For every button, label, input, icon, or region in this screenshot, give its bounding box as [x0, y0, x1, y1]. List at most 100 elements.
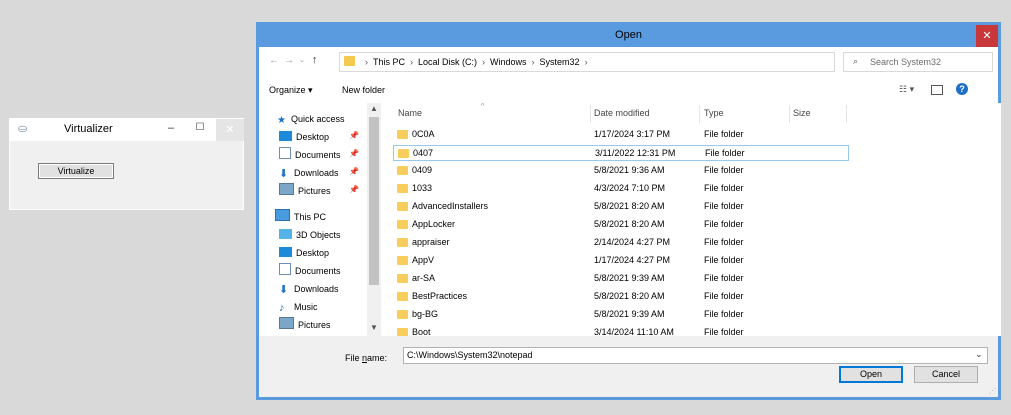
- folder-icon: [397, 238, 408, 247]
- view-options-icon[interactable]: ☷ ▾: [899, 84, 914, 95]
- file-row[interactable]: BestPractices 5/8/2021 8:20 AM File folder: [393, 289, 849, 305]
- breadcrumb-this-pc[interactable]: This PC: [373, 57, 405, 67]
- folder-icon: [397, 256, 408, 265]
- nav-item-this-pc[interactable]: This PC: [275, 209, 326, 225]
- folder-icon: [397, 310, 408, 319]
- dialog-close-button[interactable]: ✕: [976, 25, 998, 47]
- close-button[interactable]: ✕: [216, 119, 244, 141]
- column-divider[interactable]: [789, 105, 790, 123]
- pin-icon: 📌: [349, 149, 359, 158]
- file-date: 4/3/2024 7:10 PM: [594, 183, 666, 193]
- nav-item-music[interactable]: ♪ Music: [279, 299, 318, 315]
- search-input[interactable]: ⌕ Search System32: [843, 52, 993, 72]
- navigation-pane: ★ Quick access Desktop 📌 Documents 📌 ⬇ Dow…: [259, 103, 381, 336]
- column-divider[interactable]: [699, 105, 700, 123]
- virtualizer-titlebar[interactable]: ⛀ Virtualizer – ☐ ✕: [10, 119, 244, 141]
- breadcrumb-separator[interactable]: ›: [585, 57, 588, 67]
- back-arrow-icon[interactable]: ←: [269, 55, 279, 66]
- file-type: File folder: [704, 183, 744, 193]
- column-header-date[interactable]: Date modified: [594, 103, 650, 123]
- search-placeholder: Search System32: [870, 57, 942, 67]
- file-row[interactable]: 0407 3/11/2022 12:31 PM File folder: [393, 145, 849, 161]
- dialog-titlebar[interactable]: Open ✕: [259, 25, 998, 47]
- file-name: 0C0A: [412, 129, 435, 139]
- nav-item-downloads[interactable]: ⬇ Downloads: [279, 165, 339, 181]
- organize-menu[interactable]: Organize ▾: [269, 85, 313, 96]
- forward-arrow-icon[interactable]: →: [284, 55, 294, 66]
- recent-locations-icon[interactable]: ⌄: [299, 56, 305, 64]
- file-row[interactable]: appraiser 2/14/2024 4:27 PM File folder: [393, 235, 849, 251]
- file-date: 5/8/2021 8:20 AM: [594, 219, 665, 229]
- filename-input[interactable]: C:\Windows\System32\notepad: [403, 347, 988, 364]
- nav-item-documents[interactable]: Documents: [279, 147, 341, 163]
- column-header-size[interactable]: Size: [793, 103, 811, 123]
- column-header-type[interactable]: Type: [704, 103, 724, 123]
- file-name: BestPractices: [412, 291, 468, 301]
- file-type: File folder: [704, 309, 744, 319]
- file-row[interactable]: 1033 4/3/2024 7:10 PM File folder: [393, 181, 849, 197]
- breadcrumb-separator[interactable]: ›: [410, 57, 413, 67]
- file-row[interactable]: AdvancedInstallers 5/8/2021 8:20 AM File f…: [393, 199, 849, 215]
- new-folder-button[interactable]: New folder: [342, 85, 385, 95]
- file-row[interactable]: 0409 5/8/2021 9:36 AM File folder: [393, 163, 849, 179]
- file-date: 1/17/2024 3:17 PM: [594, 129, 671, 139]
- breadcrumb-local-disk[interactable]: Local Disk (C:): [418, 57, 477, 67]
- scroll-down-icon[interactable]: ▼: [370, 323, 378, 332]
- folder-icon: [397, 292, 408, 301]
- file-row[interactable]: Boot 3/14/2024 11:10 AM File folder: [393, 325, 849, 336]
- file-name: appraiser: [412, 237, 450, 247]
- file-row[interactable]: bg-BG 5/8/2021 9:39 AM File folder: [393, 307, 849, 323]
- cancel-button[interactable]: Cancel: [914, 366, 978, 383]
- nav-item-desktop-pc[interactable]: Desktop: [279, 245, 329, 261]
- nav-item-desktop[interactable]: Desktop: [279, 129, 329, 145]
- pin-icon: 📌: [349, 167, 359, 176]
- up-arrow-icon[interactable]: ↑: [312, 54, 318, 66]
- open-button[interactable]: Open: [839, 366, 903, 383]
- file-name: bg-BG: [412, 309, 439, 319]
- open-dialog: Open ✕ ← → ⌄ ↑ › This PC › Local Disk (C:) ›…: [256, 22, 1001, 400]
- maximize-button[interactable]: ☐: [190, 122, 210, 138]
- help-icon[interactable]: ?: [956, 83, 968, 95]
- 3d-objects-icon: [279, 229, 292, 239]
- pin-icon: 📌: [349, 185, 359, 194]
- pictures-icon: [279, 183, 294, 195]
- file-row[interactable]: AppV 1/17/2024 4:27 PM File folder: [393, 253, 849, 269]
- breadcrumb-windows[interactable]: Windows: [490, 57, 527, 67]
- nav-item-downloads-pc[interactable]: ⬇ Downloads: [279, 281, 339, 297]
- file-row[interactable]: AppLocker 5/8/2021 8:20 AM File folder: [393, 217, 849, 233]
- breadcrumb-system32[interactable]: System32: [540, 57, 580, 67]
- minimize-button[interactable]: –: [161, 122, 181, 138]
- resize-grip-icon[interactable]: ⋰: [989, 387, 996, 395]
- address-bar[interactable]: › This PC › Local Disk (C:) › Windows › System3…: [339, 52, 903, 72]
- file-date: 5/8/2021 9:39 AM: [594, 273, 665, 283]
- file-date: 5/8/2021 8:20 AM: [594, 201, 665, 211]
- folder-icon: [397, 130, 408, 139]
- breadcrumb-separator[interactable]: ›: [532, 57, 535, 67]
- nav-item-documents-pc[interactable]: Documents: [279, 263, 341, 279]
- nav-item-3d-objects[interactable]: 3D Objects: [279, 227, 341, 243]
- folder-icon: [344, 56, 355, 66]
- column-header-name[interactable]: Name: [398, 103, 422, 123]
- file-row[interactable]: 0C0A 1/17/2024 3:17 PM File folder: [393, 127, 849, 143]
- nav-item-quick-access[interactable]: ★ Quick access: [277, 111, 345, 127]
- file-row[interactable]: ar-SA 5/8/2021 9:39 AM File folder: [393, 271, 849, 287]
- folder-icon: [397, 220, 408, 229]
- folder-icon: [398, 149, 409, 158]
- column-divider[interactable]: [846, 105, 847, 123]
- nav-scroll-thumb[interactable]: [369, 117, 379, 285]
- nav-item-pictures[interactable]: Pictures: [279, 183, 331, 199]
- nav-scrollbar[interactable]: ▲ ▼: [367, 103, 381, 336]
- preview-pane-icon[interactable]: [931, 85, 943, 95]
- folder-icon: [397, 166, 408, 175]
- virtualize-button[interactable]: Virtualize: [38, 163, 114, 179]
- nav-item-pictures-pc[interactable]: Pictures: [279, 317, 331, 333]
- virtualizer-title: Virtualizer: [64, 123, 113, 135]
- scroll-up-icon[interactable]: ▲: [370, 104, 378, 113]
- filename-label: File name:: [345, 353, 388, 363]
- column-divider[interactable]: [590, 105, 591, 123]
- breadcrumb-separator[interactable]: ›: [482, 57, 485, 67]
- file-name: AppV: [412, 255, 435, 265]
- filename-dropdown-icon[interactable]: ⌄: [975, 349, 983, 360]
- file-type: File folder: [704, 255, 744, 265]
- folder-icon: [397, 184, 408, 193]
